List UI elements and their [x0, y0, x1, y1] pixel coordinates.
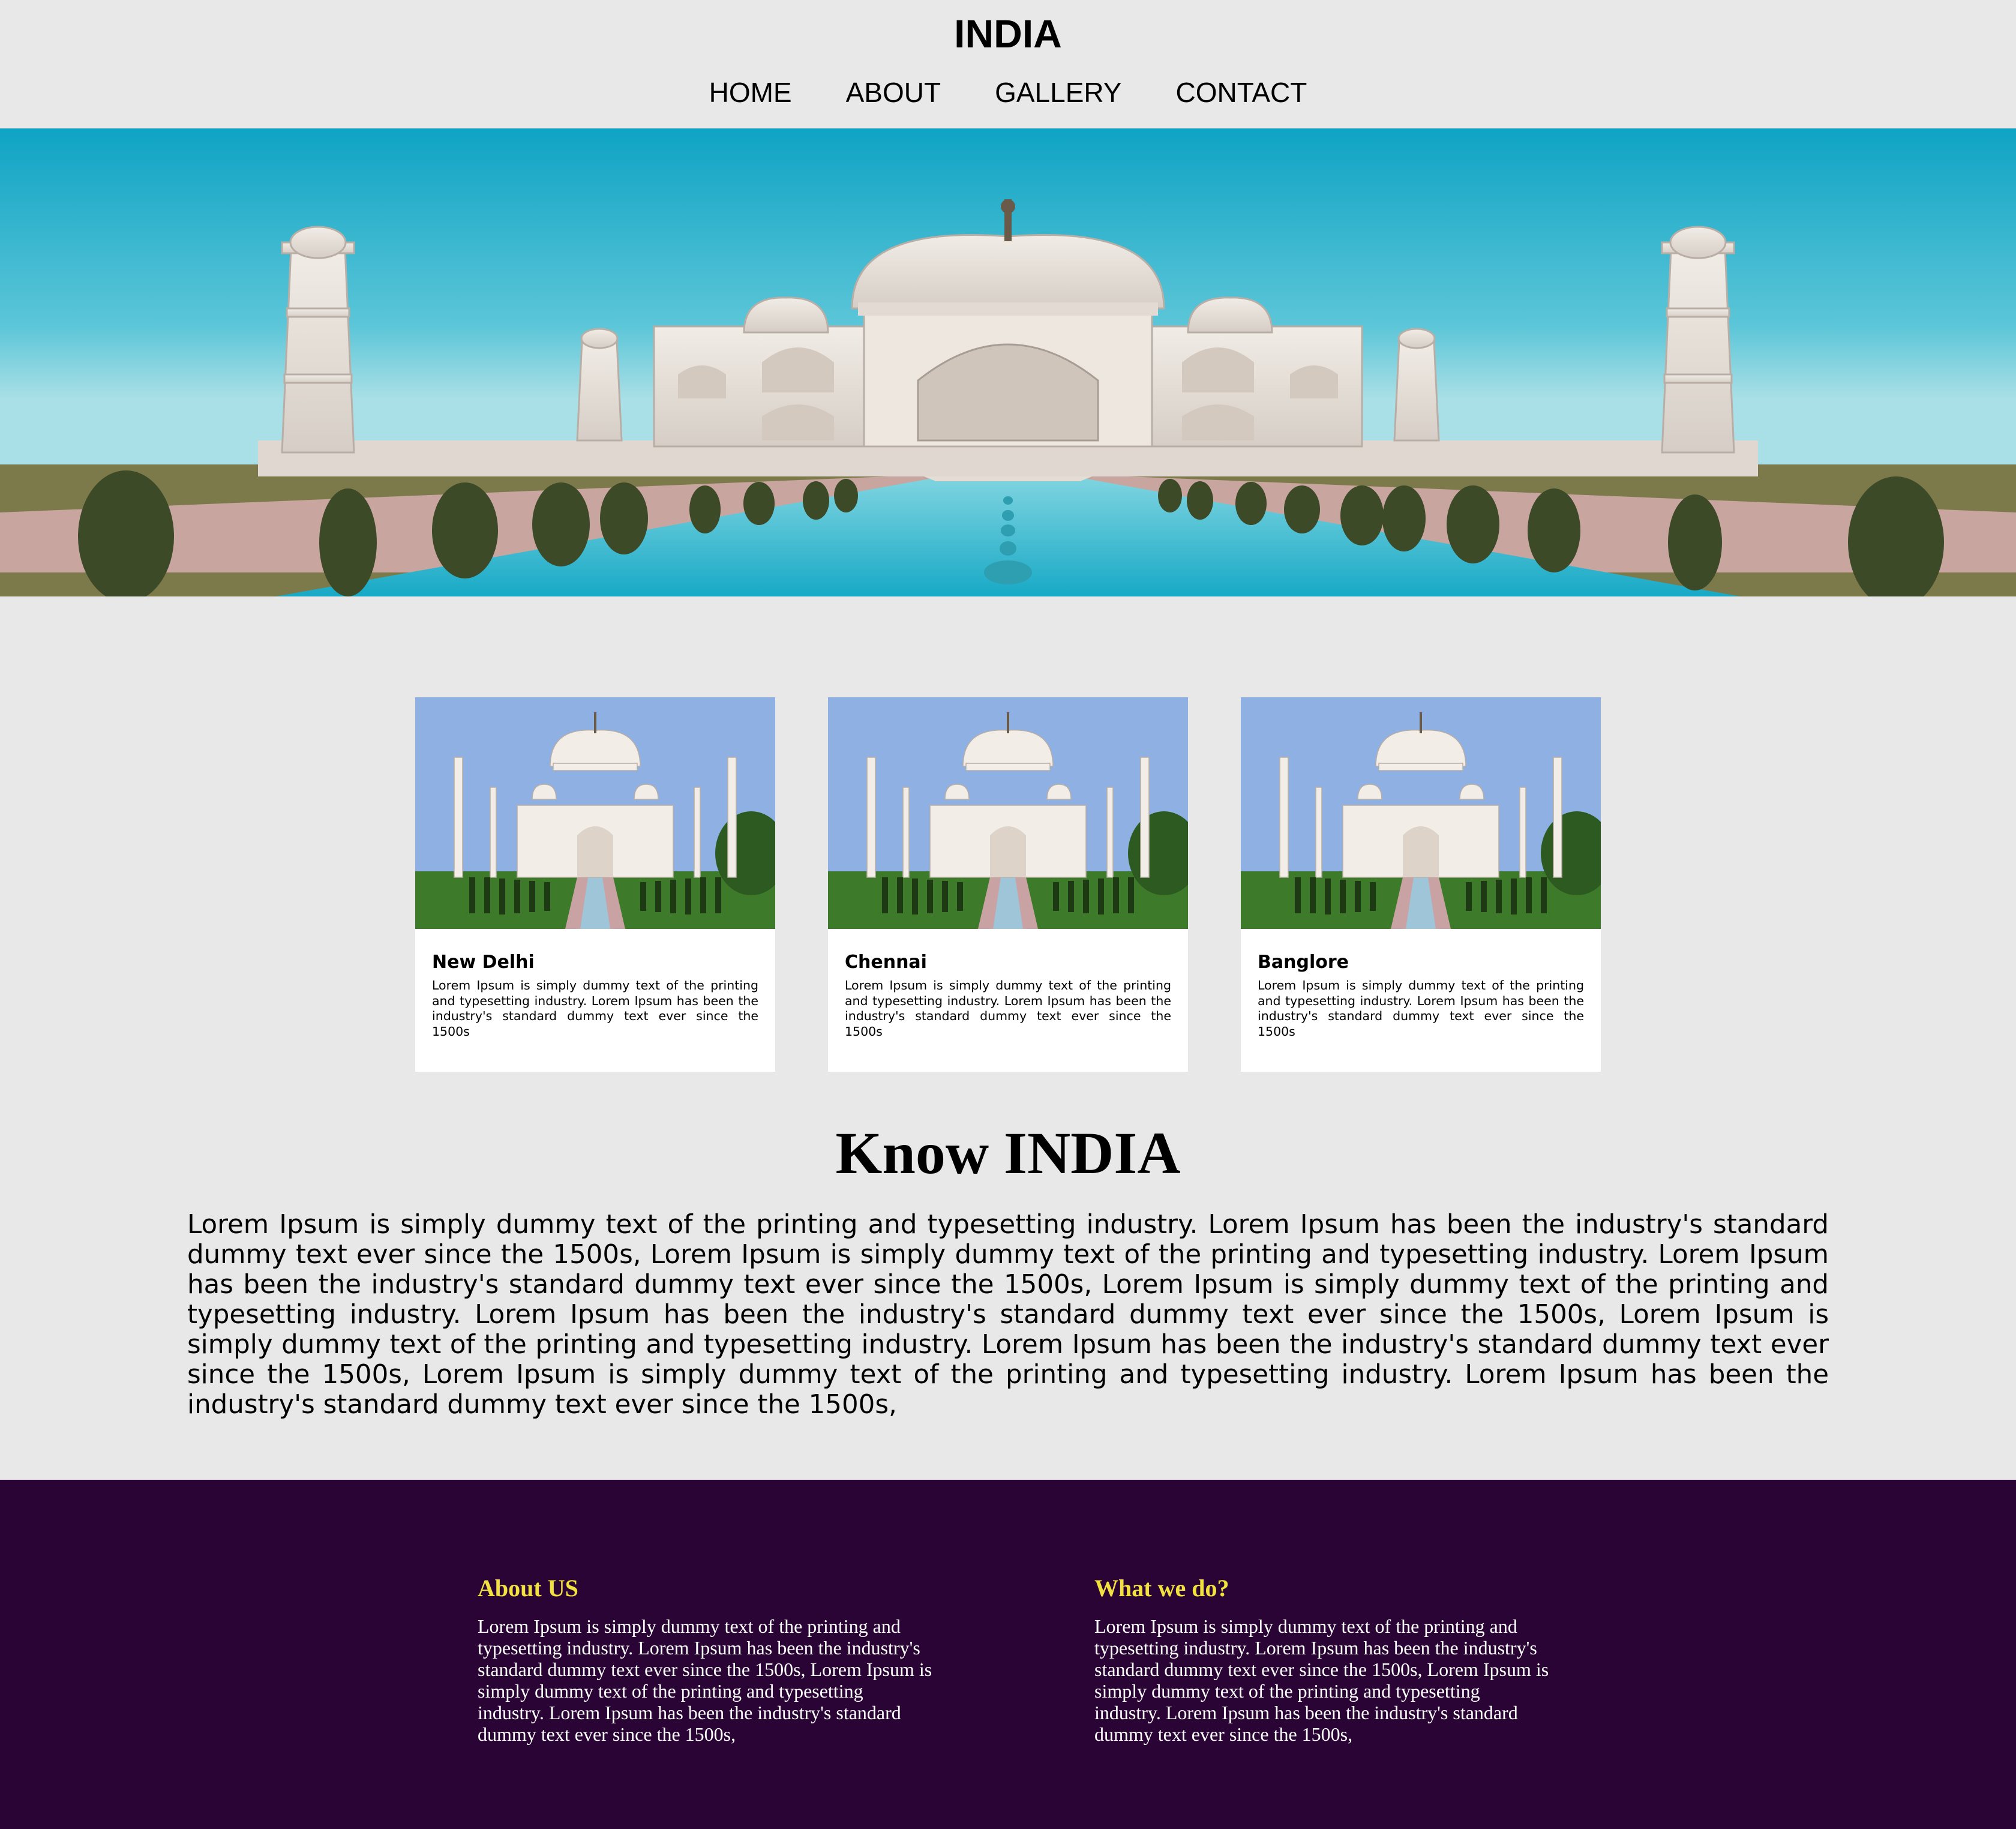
hero-banner	[0, 128, 2016, 596]
card-image	[415, 697, 775, 929]
site-header: INDIA HOME ABOUT GALLERY CONTACT	[0, 0, 2016, 128]
site-title: INDIA	[954, 11, 1062, 56]
taj-mahal-image	[828, 697, 1188, 929]
footer-about-heading: About US	[478, 1575, 578, 1602]
site-footer: About US Lorem Ipsum is simply dummy tex…	[0, 1480, 2016, 1829]
card-description: Lorem Ipsum is simply dummy text of the …	[432, 978, 758, 1039]
footer-what-text: Lorem Ipsum is simply dummy text of the …	[1094, 1615, 1549, 1745]
footer-what-heading: What we do?	[1094, 1575, 1229, 1602]
card-new-delhi[interactable]: New Delhi Lorem Ipsum is simply dummy te…	[415, 697, 775, 1072]
hero-image	[0, 128, 2016, 596]
card-title: New Delhi	[432, 952, 535, 973]
card-title: Chennai	[845, 952, 927, 973]
footer-about-section: About US Lorem Ipsum is simply dummy tex…	[478, 1573, 934, 1745]
card-title: Banglore	[1258, 952, 1349, 973]
card-image	[828, 697, 1188, 929]
taj-mahal-image	[1241, 697, 1601, 929]
card-banglore[interactable]: Banglore Lorem Ipsum is simply dummy tex…	[1241, 697, 1601, 1072]
nav-about[interactable]: ABOUT	[846, 76, 941, 109]
taj-mahal-image	[415, 697, 775, 929]
footer-what-section: What we do? Lorem Ipsum is simply dummy …	[1094, 1573, 1550, 1745]
card-chennai[interactable]: Chennai Lorem Ipsum is simply dummy text…	[828, 697, 1188, 1072]
city-cards: New Delhi Lorem Ipsum is simply dummy te…	[415, 697, 1601, 1072]
main-nav: HOME ABOUT GALLERY CONTACT	[0, 76, 2016, 109]
nav-gallery[interactable]: GALLERY	[995, 76, 1121, 109]
footer-about-text: Lorem Ipsum is simply dummy text of the …	[478, 1615, 932, 1745]
know-india-text: Lorem Ipsum is simply dummy text of the …	[187, 1210, 1829, 1420]
card-image	[1241, 697, 1601, 929]
know-india-heading: Know INDIA	[835, 1120, 1181, 1186]
nav-contact[interactable]: CONTACT	[1175, 76, 1307, 109]
nav-home[interactable]: HOME	[709, 76, 792, 109]
card-description: Lorem Ipsum is simply dummy text of the …	[1258, 978, 1584, 1039]
card-description: Lorem Ipsum is simply dummy text of the …	[845, 978, 1171, 1039]
